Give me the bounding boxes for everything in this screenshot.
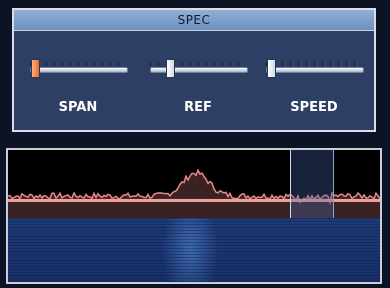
- spec-panel: SPEC SPAN REF SPEED: [12, 8, 376, 132]
- span-control: SPAN: [30, 56, 130, 126]
- ref-slider[interactable]: [150, 67, 248, 73]
- speed-slider-thumb[interactable]: [267, 59, 276, 78]
- ref-slider-thumb[interactable]: [166, 59, 175, 78]
- spectrum-waterfall-display[interactable]: [6, 148, 382, 284]
- span-label: SPAN: [58, 100, 98, 115]
- ref-label: REF: [184, 100, 212, 115]
- panel-title: SPEC: [14, 10, 374, 31]
- span-slider[interactable]: [30, 67, 128, 73]
- span-ticks: [30, 62, 126, 66]
- speed-slider[interactable]: [266, 67, 364, 73]
- span-slider-thumb[interactable]: [31, 59, 40, 78]
- frequency-marker[interactable]: [290, 150, 334, 218]
- speed-label: SPEED: [290, 100, 338, 115]
- ref-ticks: [150, 62, 246, 66]
- speed-ticks: [266, 62, 362, 66]
- waterfall: [8, 218, 380, 282]
- ref-control: REF: [150, 56, 250, 126]
- speed-control: SPEED: [266, 56, 366, 126]
